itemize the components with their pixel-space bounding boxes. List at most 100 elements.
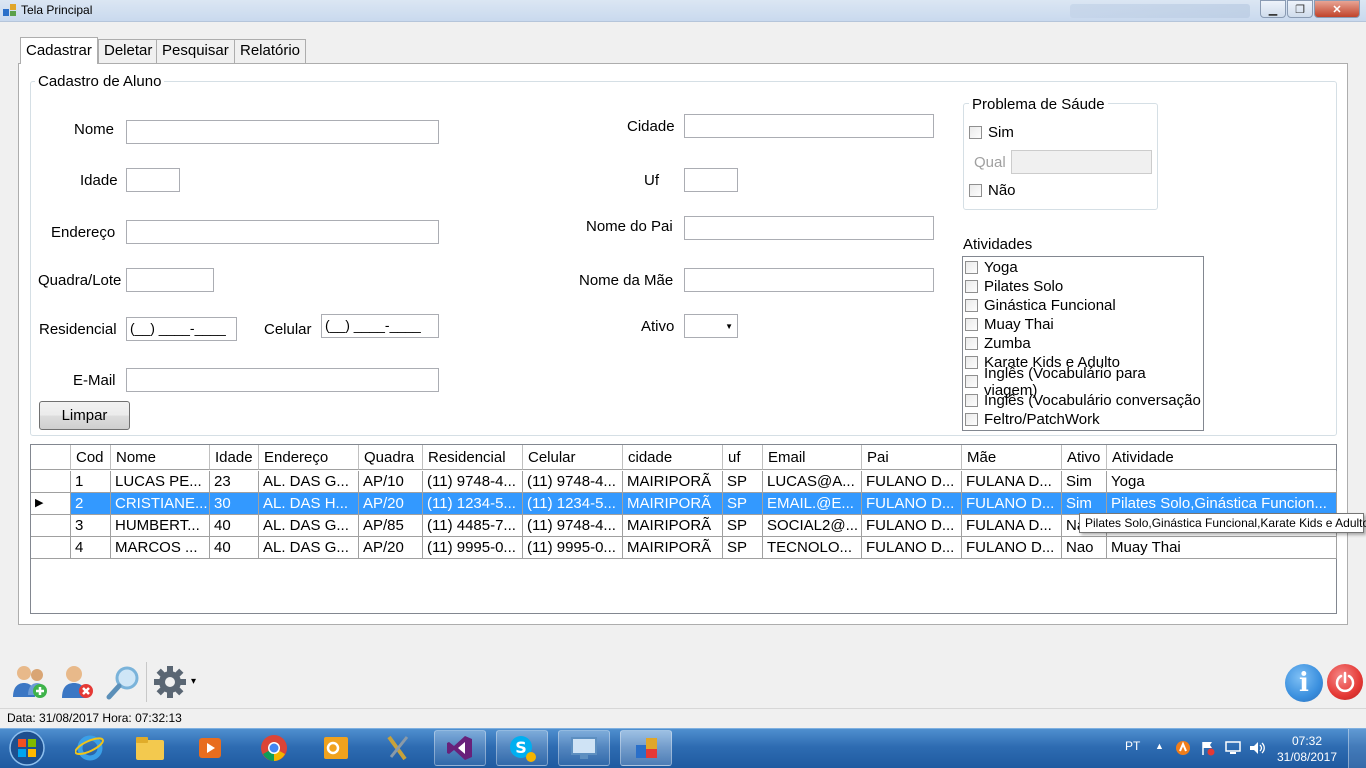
cell[interactable]: AL. DAS G...	[259, 515, 359, 537]
cell[interactable]: LUCAS@A...	[763, 471, 862, 493]
cell[interactable]: (11) 9748-4...	[523, 471, 623, 493]
close-button[interactable]: ✕	[1314, 0, 1360, 18]
endereco-input[interactable]	[126, 220, 439, 244]
row-header[interactable]: ▶	[31, 493, 71, 515]
celular-masked-input[interactable]: (__) ____-____	[321, 314, 439, 338]
col-header-nome[interactable]: Nome	[111, 445, 210, 470]
col-header-ativo[interactable]: Ativo	[1062, 445, 1107, 470]
activity-checkbox[interactable]	[965, 299, 978, 312]
cell[interactable]: EMAIL.@E...	[763, 493, 862, 515]
add-user-button[interactable]	[9, 662, 51, 702]
cell[interactable]: MAIRIPORÃ	[623, 471, 723, 493]
tray-expand-icon[interactable]: ▲	[1155, 741, 1164, 751]
language-indicator[interactable]: PT	[1125, 739, 1140, 753]
col-header-quadra[interactable]: Quadra	[359, 445, 423, 470]
col-header-residencial[interactable]: Residencial	[423, 445, 523, 470]
avast-icon[interactable]	[1175, 740, 1191, 756]
info-button[interactable]: i	[1285, 664, 1323, 702]
col-header-uf[interactable]: uf	[723, 445, 763, 470]
health-sim-checkbox[interactable]	[969, 126, 982, 139]
activity-item[interactable]: Pilates Solo	[965, 277, 1063, 296]
row-header[interactable]	[31, 515, 71, 537]
idade-input[interactable]	[126, 168, 180, 192]
maximize-button[interactable]: ❐	[1287, 0, 1313, 18]
cell[interactable]: SP	[723, 471, 763, 493]
clock-time[interactable]: 07:32	[1282, 734, 1332, 748]
cell[interactable]: TECNOLO...	[763, 537, 862, 559]
cell[interactable]: FULANO D...	[862, 471, 962, 493]
col-header-email[interactable]: Email	[763, 445, 862, 470]
residencial-masked-input[interactable]: (__) ____-____	[126, 317, 237, 341]
activity-item[interactable]: Inglês (Vocabulário conversação	[965, 391, 1201, 410]
cell[interactable]: Yoga	[1107, 471, 1337, 493]
activity-checkbox[interactable]	[965, 318, 978, 331]
ativo-combobox[interactable]: ▼	[684, 314, 738, 338]
cell[interactable]: (11) 9995-0...	[423, 537, 523, 559]
show-desktop-button[interactable]	[1348, 729, 1366, 768]
nome-mae-input[interactable]	[684, 268, 934, 292]
cell[interactable]: MARCOS ...	[111, 537, 210, 559]
cell[interactable]: FULANA D...	[962, 471, 1062, 493]
delete-user-button[interactable]	[56, 662, 98, 702]
cell[interactable]: FULANO D...	[962, 493, 1062, 515]
nome-pai-input[interactable]	[684, 216, 934, 240]
cell[interactable]: Pilates Solo,Ginástica Funcion...	[1107, 493, 1337, 515]
cell[interactable]: SP	[723, 537, 763, 559]
activity-item[interactable]: Ginástica Funcional	[965, 296, 1116, 315]
cell[interactable]: SP	[723, 493, 763, 515]
search-button[interactable]	[103, 662, 145, 702]
row-header[interactable]	[31, 537, 71, 559]
cell[interactable]: SP	[723, 515, 763, 537]
cell[interactable]: LUCAS PE...	[111, 471, 210, 493]
tab-pesquisar[interactable]: Pesquisar	[156, 39, 235, 63]
cell[interactable]: 4	[71, 537, 111, 559]
taskbar-tela-principal[interactable]	[620, 730, 672, 766]
col-header-idade[interactable]: Idade	[210, 445, 259, 470]
activity-checkbox[interactable]	[965, 356, 978, 369]
col-header-atividade[interactable]: Atividade	[1107, 445, 1336, 470]
qual-input[interactable]	[1011, 150, 1152, 174]
col-header-cod[interactable]: Cod	[71, 445, 111, 470]
cell[interactable]: 23	[210, 471, 259, 493]
activity-checkbox[interactable]	[965, 413, 978, 426]
cell[interactable]: AP/20	[359, 537, 423, 559]
cell[interactable]: AP/85	[359, 515, 423, 537]
cell[interactable]: 40	[210, 537, 259, 559]
cell[interactable]: 40	[210, 515, 259, 537]
taskbar-media-player[interactable]	[184, 730, 236, 766]
taskbar-visual-studio[interactable]	[434, 730, 486, 766]
settings-button[interactable]	[150, 662, 192, 702]
cell[interactable]: AL. DAS G...	[259, 537, 359, 559]
cell[interactable]: (11) 1234-5...	[423, 493, 523, 515]
col-header-mae[interactable]: Mãe	[962, 445, 1062, 470]
quadra-lote-input[interactable]	[126, 268, 214, 292]
col-header-celular[interactable]: Celular	[523, 445, 623, 470]
cell[interactable]: FULANO D...	[862, 493, 962, 515]
cell[interactable]: (11) 9995-0...	[523, 537, 623, 559]
activity-checkbox[interactable]	[965, 337, 978, 350]
tab-deletar[interactable]: Deletar	[98, 39, 159, 63]
cell[interactable]: (11) 4485-7...	[423, 515, 523, 537]
taskbar-outlook[interactable]	[310, 730, 362, 766]
action-center-icon[interactable]	[1200, 740, 1216, 756]
table-row-selected[interactable]: ▶ 2 CRISTIANE... 30 AL. DAS H... AP/20 (…	[31, 493, 1337, 515]
cell[interactable]: Nao	[1062, 537, 1107, 559]
cell[interactable]: Sim	[1062, 471, 1107, 493]
activity-item[interactable]: Zumba	[965, 334, 1031, 353]
activity-item[interactable]: Feltro/PatchWork	[965, 410, 1100, 429]
activity-item[interactable]: Yoga	[965, 258, 1018, 277]
cell[interactable]: 30	[210, 493, 259, 515]
cell[interactable]: SOCIAL2@...	[763, 515, 862, 537]
taskbar-skype[interactable]: S	[496, 730, 548, 766]
volume-icon[interactable]	[1248, 740, 1266, 756]
cell[interactable]: FULANO D...	[862, 515, 962, 537]
activity-checkbox[interactable]	[965, 375, 978, 388]
limpar-button[interactable]: Limpar	[39, 401, 130, 430]
minimize-button[interactable]: ▁	[1260, 0, 1286, 18]
taskbar-tools[interactable]	[372, 730, 424, 766]
settings-dropdown-caret-icon[interactable]: ▾	[191, 676, 196, 687]
cell[interactable]: AP/10	[359, 471, 423, 493]
health-nao-checkbox[interactable]	[969, 184, 982, 197]
cell[interactable]: FULANO D...	[962, 537, 1062, 559]
cell[interactable]: 3	[71, 515, 111, 537]
